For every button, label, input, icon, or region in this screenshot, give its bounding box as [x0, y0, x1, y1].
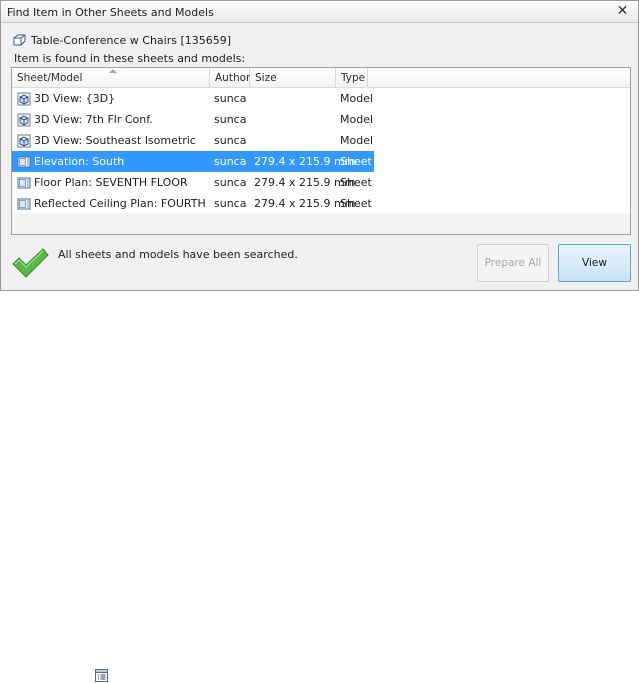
sheet-icon — [17, 156, 31, 167]
list-row[interactable]: 3D View: 7th Flr Conf. sunca Model — [12, 109, 374, 130]
3d-view-icon — [17, 113, 31, 126]
dialog-titlebar[interactable]: Find Item in Other Sheets and Models ✕ — [1, 1, 638, 23]
close-icon[interactable]: ✕ — [615, 4, 630, 19]
column-header-size-label: Size — [255, 72, 277, 84]
row-name-cell: 3D View: 7th Flr Conf. — [12, 113, 210, 127]
row-name: 3D View: 7th Flr Conf. — [34, 113, 153, 126]
row-size: 279.4 x 215.9 mm — [254, 176, 356, 189]
list-row[interactable]: Reflected Ceiling Plan: FOURTH FLOOR sun… — [12, 193, 374, 214]
sheet-icon — [17, 177, 31, 188]
list-row[interactable]: 3D View: {3D} sunca Model — [12, 88, 374, 109]
sheets-models-list[interactable]: Sheet/Model Author Size Type 3D View: {3… — [11, 67, 631, 235]
row-author: sunca — [214, 155, 247, 168]
column-header-size[interactable]: Size — [250, 68, 336, 88]
3d-view-icon — [17, 92, 31, 105]
row-type: Sheet — [340, 155, 372, 168]
row-type: Model — [340, 113, 374, 126]
list-row-selected[interactable]: Elevation: South sunca 279.4 x 215.9 mm … — [12, 151, 374, 172]
row-name-cell: Reflected Ceiling Plan: FOURTH FLOOR — [12, 197, 210, 211]
search-status: All sheets and models have been searched… — [11, 243, 298, 283]
3d-view-icon — [17, 134, 31, 147]
family-instance-icon — [13, 34, 26, 46]
row-type: Model — [340, 92, 374, 105]
element-name: Table-Conference w Chairs [135659] — [31, 33, 232, 47]
element-info: Table-Conference w Chairs [135659] — [13, 32, 231, 48]
row-type: Model — [340, 134, 374, 147]
row-name: 3D View: {3D} — [34, 92, 116, 105]
list-rows: 3D View: {3D} sunca Model 3D View: 7th F… — [12, 88, 630, 214]
prepare-all-button[interactable]: Prepare All — [477, 244, 549, 282]
list-row[interactable]: Floor Plan: SEVENTH FLOOR sunca 279.4 x … — [12, 172, 374, 193]
row-name: Reflected Ceiling Plan: FOURTH FLOOR — [34, 197, 210, 210]
found-in-label: Item is found in these sheets and models… — [14, 52, 246, 65]
column-header-sheet-model[interactable]: Sheet/Model — [12, 68, 210, 88]
row-type: Sheet — [340, 197, 372, 210]
row-name-cell: 3D View: Southeast Isometric — [12, 134, 210, 148]
row-author: sunca — [214, 197, 247, 210]
column-header-sheet-model-label: Sheet/Model — [17, 72, 83, 84]
row-type: Sheet — [340, 176, 372, 189]
column-header-type[interactable]: Type — [336, 68, 368, 88]
checkmark-icon — [12, 248, 49, 278]
row-size: 279.4 x 215.9 mm — [254, 197, 356, 210]
column-header-author[interactable]: Author — [210, 68, 250, 88]
row-author: sunca — [214, 134, 247, 147]
list-header: Sheet/Model Author Size Type — [12, 68, 630, 88]
dialog-title: Find Item in Other Sheets and Models — [7, 6, 214, 19]
row-name: Elevation: South — [34, 155, 125, 168]
column-header-type-label: Type — [341, 72, 366, 84]
column-header-filler — [368, 68, 630, 88]
column-header-author-label: Author — [215, 72, 251, 84]
sheet-icon — [17, 198, 31, 209]
row-name-cell: Floor Plan: SEVENTH FLOOR — [12, 176, 210, 190]
row-author: sunca — [214, 113, 247, 126]
list-view-icon[interactable] — [95, 669, 108, 682]
row-author: sunca — [214, 176, 247, 189]
list-row[interactable]: 3D View: Southeast Isometric sunca Model — [12, 130, 374, 151]
row-size: 279.4 x 215.9 mm — [254, 155, 356, 168]
row-name-cell: Elevation: South — [12, 155, 210, 169]
row-name-cell: 3D View: {3D} — [12, 92, 210, 106]
row-name: Floor Plan: SEVENTH FLOOR — [34, 176, 188, 189]
sort-ascending-icon — [109, 69, 117, 73]
view-button[interactable]: View — [558, 244, 631, 282]
row-name: 3D View: Southeast Isometric — [34, 134, 196, 147]
status-message: All sheets and models have been searched… — [58, 248, 298, 261]
find-item-dialog: Find Item in Other Sheets and Models ✕ T… — [0, 0, 639, 291]
row-author: sunca — [214, 92, 247, 105]
